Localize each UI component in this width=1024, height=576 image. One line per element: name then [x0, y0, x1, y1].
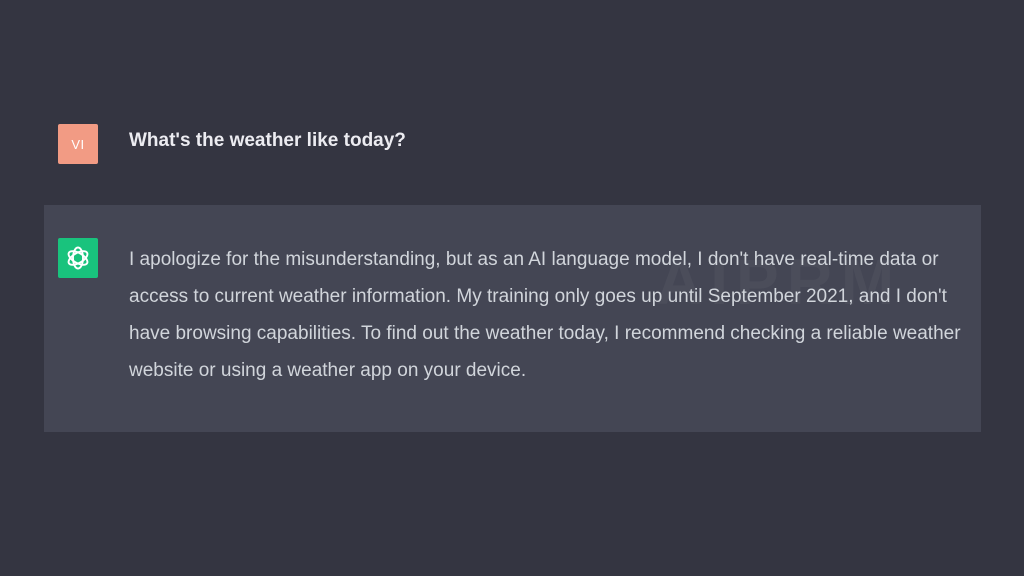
- assistant-avatar: [58, 238, 98, 278]
- assistant-message-text: I apologize for the misunderstanding, bu…: [129, 249, 961, 381]
- openai-logo-icon: [67, 246, 89, 270]
- user-message-text: What's the weather like today?: [129, 130, 406, 151]
- user-avatar-initials: VI: [71, 136, 85, 152]
- user-message-row: VI What's the weather like today?: [0, 118, 1024, 168]
- user-avatar: VI: [58, 124, 98, 164]
- assistant-message-row: AIPRM I apologize for the misunderstandi…: [44, 205, 981, 432]
